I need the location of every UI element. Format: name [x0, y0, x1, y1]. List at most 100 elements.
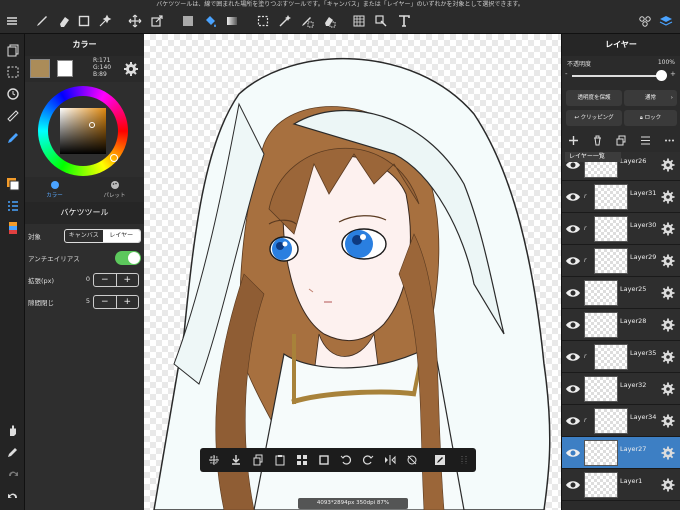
main-color-swatch[interactable]	[30, 59, 50, 78]
drag-handle-icon[interactable]	[456, 452, 472, 468]
tile-grid-icon[interactable]	[350, 12, 368, 30]
gear-icon[interactable]	[660, 189, 676, 205]
save-down-icon[interactable]	[228, 452, 244, 468]
lock-button[interactable]: 🔒︎ ロック	[624, 110, 677, 126]
hue-cursor[interactable]	[110, 154, 118, 162]
color-wheel[interactable]	[38, 86, 128, 176]
undo-icon[interactable]	[3, 486, 22, 505]
saturation-value-square[interactable]	[60, 108, 106, 154]
close-gap-minus-button[interactable]: −	[94, 296, 117, 308]
eye-icon[interactable]	[565, 222, 581, 236]
layer-row[interactable]: r Layer30	[562, 213, 680, 245]
eye-icon[interactable]	[565, 286, 581, 300]
eye-icon[interactable]	[565, 446, 581, 460]
trash-icon[interactable]	[590, 133, 604, 147]
layer-row[interactable]: Layer1	[562, 469, 680, 501]
move-icon[interactable]	[126, 12, 144, 30]
hand-icon[interactable]	[3, 420, 22, 439]
gear-icon[interactable]	[660, 445, 676, 461]
paste-icon[interactable]	[272, 452, 288, 468]
eye-icon[interactable]	[565, 318, 581, 332]
sv-cursor[interactable]	[89, 122, 95, 128]
layer-row[interactable]: r Layer35	[562, 341, 680, 373]
select-clear-icon[interactable]	[3, 62, 22, 81]
gear-icon[interactable]	[660, 221, 676, 237]
eraser-icon[interactable]	[55, 12, 73, 30]
layer-row[interactable]: Layer25	[562, 277, 680, 309]
add-layer-icon[interactable]	[566, 133, 580, 147]
select-wand-icon[interactable]	[276, 12, 294, 30]
clipping-button[interactable]: ↩ クリッピング	[566, 110, 622, 126]
layers-icon[interactable]	[657, 12, 675, 30]
eyedropper-icon[interactable]	[3, 442, 22, 461]
eye-icon[interactable]	[565, 382, 581, 396]
layer-row[interactable]: Layer32	[562, 373, 680, 405]
gradient-icon[interactable]	[223, 12, 241, 30]
gear-icon[interactable]	[660, 317, 676, 333]
transform-icon[interactable]	[148, 12, 166, 30]
sub-color-swatch[interactable]	[57, 60, 73, 77]
tab-palette[interactable]: パレット	[85, 177, 144, 202]
brush-list-icon[interactable]	[3, 218, 22, 237]
duplicate-layer-icon[interactable]	[614, 133, 628, 147]
redo-icon[interactable]	[3, 464, 22, 483]
select-transform-icon[interactable]	[206, 452, 222, 468]
brush-settings-icon[interactable]	[3, 128, 22, 147]
layer-copy-icon[interactable]	[3, 40, 22, 59]
opacity-plus[interactable]: +	[670, 70, 676, 78]
color-panel-icon[interactable]	[3, 174, 22, 193]
eye-icon[interactable]	[565, 414, 581, 428]
frame-icon[interactable]	[316, 452, 332, 468]
magic-wand-icon[interactable]	[96, 12, 114, 30]
gear-icon[interactable]	[660, 477, 676, 493]
blend-mode-button[interactable]: 通常 ›	[624, 90, 677, 106]
text-icon[interactable]	[395, 12, 413, 30]
tab-color[interactable]: カラー	[25, 177, 84, 202]
layer-row[interactable]: Layer27	[562, 437, 680, 469]
rotate-left-icon[interactable]	[338, 452, 354, 468]
ruler-icon[interactable]	[3, 106, 22, 125]
select-rect-icon[interactable]	[254, 12, 272, 30]
shortcut-icon[interactable]	[372, 12, 390, 30]
antialias-toggle[interactable]	[115, 251, 141, 265]
fill-color-swatch-icon[interactable]	[179, 12, 197, 30]
protect-alpha-button[interactable]: 透明度を保護	[566, 90, 622, 106]
gear-icon[interactable]	[660, 157, 676, 173]
eye-icon[interactable]	[565, 190, 581, 204]
tile-icon[interactable]	[294, 452, 310, 468]
menu-icon[interactable]	[3, 12, 21, 30]
layer-row[interactable]: r Layer29	[562, 245, 680, 277]
opacity-minus[interactable]: -	[565, 70, 568, 78]
gear-icon[interactable]	[660, 285, 676, 301]
eye-icon[interactable]	[565, 478, 581, 492]
more-icon[interactable]	[662, 133, 676, 147]
target-canvas-option[interactable]: キャンバス	[65, 230, 103, 242]
target-layer-option[interactable]: レイヤー	[102, 230, 140, 242]
opacity-slider-track[interactable]	[572, 75, 662, 77]
layer-row[interactable]: Layer28	[562, 309, 680, 341]
reset-rotation-icon[interactable]	[404, 452, 420, 468]
material-icon[interactable]	[636, 12, 654, 30]
copy-icon[interactable]	[250, 452, 266, 468]
gear-icon[interactable]	[660, 349, 676, 365]
opacity-slider-knob[interactable]	[656, 70, 667, 81]
gear-icon[interactable]	[660, 381, 676, 397]
gear-icon[interactable]	[660, 253, 676, 269]
list-icon[interactable]	[638, 133, 652, 147]
drawing-canvas[interactable]: 4093*2894px 350dpi 87%	[144, 34, 561, 510]
select-pen-icon[interactable]	[298, 12, 316, 30]
expand-minus-button[interactable]: −	[94, 274, 117, 286]
flip-icon[interactable]	[382, 452, 398, 468]
layer-row[interactable]: r Layer34	[562, 405, 680, 437]
rotate-icon[interactable]	[3, 84, 22, 103]
rotate-right-icon[interactable]	[360, 452, 376, 468]
eye-icon[interactable]	[565, 350, 581, 364]
bucket-icon[interactable]	[201, 12, 219, 30]
layer-list-icon[interactable]	[3, 196, 22, 215]
expand-plus-button[interactable]: +	[117, 274, 139, 286]
close-gap-plus-button[interactable]: +	[117, 296, 139, 308]
shape-square-icon[interactable]	[75, 12, 93, 30]
gear-icon[interactable]	[123, 61, 139, 77]
gear-icon[interactable]	[660, 413, 676, 429]
pen-edit-icon[interactable]	[432, 452, 448, 468]
